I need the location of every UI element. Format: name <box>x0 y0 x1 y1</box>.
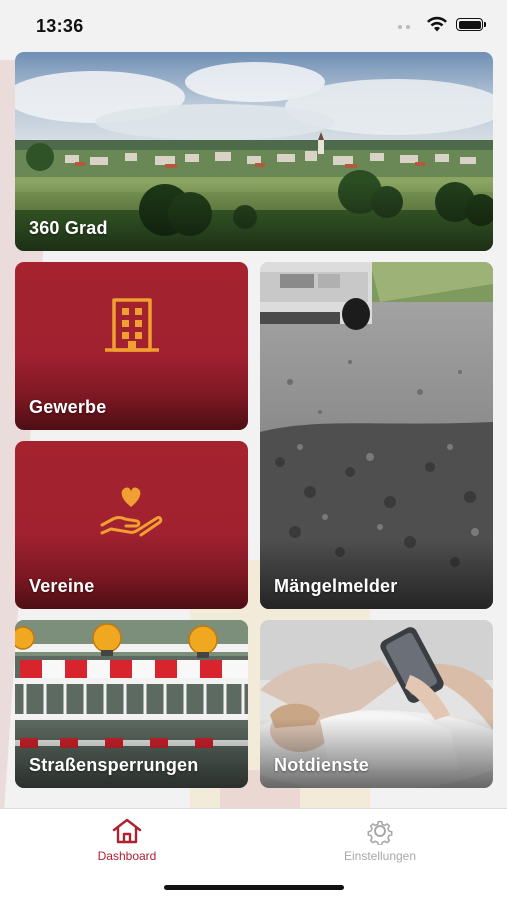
strassensperrungen-label: Straßensperrungen <box>29 755 199 775</box>
status-bar: 13:36 <box>0 0 507 50</box>
home-indicator[interactable] <box>164 885 344 890</box>
wifi-icon <box>427 16 447 32</box>
panorama-label: 360 Grad <box>29 218 108 238</box>
gear-icon <box>367 820 393 845</box>
tab-einstellungen[interactable]: Einstellungen <box>320 817 440 863</box>
tab-dashboard-label: Dashboard <box>97 849 157 863</box>
heart-in-hand-icon <box>99 485 165 542</box>
signal-dots-icon <box>398 25 410 29</box>
strassensperrungen-tile[interactable]: Straßensperrungen <box>15 620 248 788</box>
gewerbe-tile[interactable]: Gewerbe <box>15 262 248 430</box>
maengelmelder-label: Mängelmelder <box>274 576 398 596</box>
panorama-tile[interactable]: 360 Grad <box>15 52 493 251</box>
maengelmelder-tile[interactable]: Mängelmelder <box>260 262 493 609</box>
battery-full-icon <box>456 18 486 31</box>
home-icon <box>112 818 142 844</box>
vereine-label: Vereine <box>29 576 95 596</box>
gewerbe-label: Gewerbe <box>29 397 107 417</box>
damaged-road-image <box>260 262 493 609</box>
office-building-icon <box>103 298 161 359</box>
tab-einstellungen-label: Einstellungen <box>343 849 417 863</box>
status-time: 13:36 <box>36 16 84 36</box>
vereine-tile[interactable]: Vereine <box>15 441 248 609</box>
notdienste-tile[interactable]: Notdienste <box>260 620 493 788</box>
tab-dashboard[interactable]: Dashboard <box>67 817 187 863</box>
notdienste-label: Notdienste <box>274 755 370 775</box>
